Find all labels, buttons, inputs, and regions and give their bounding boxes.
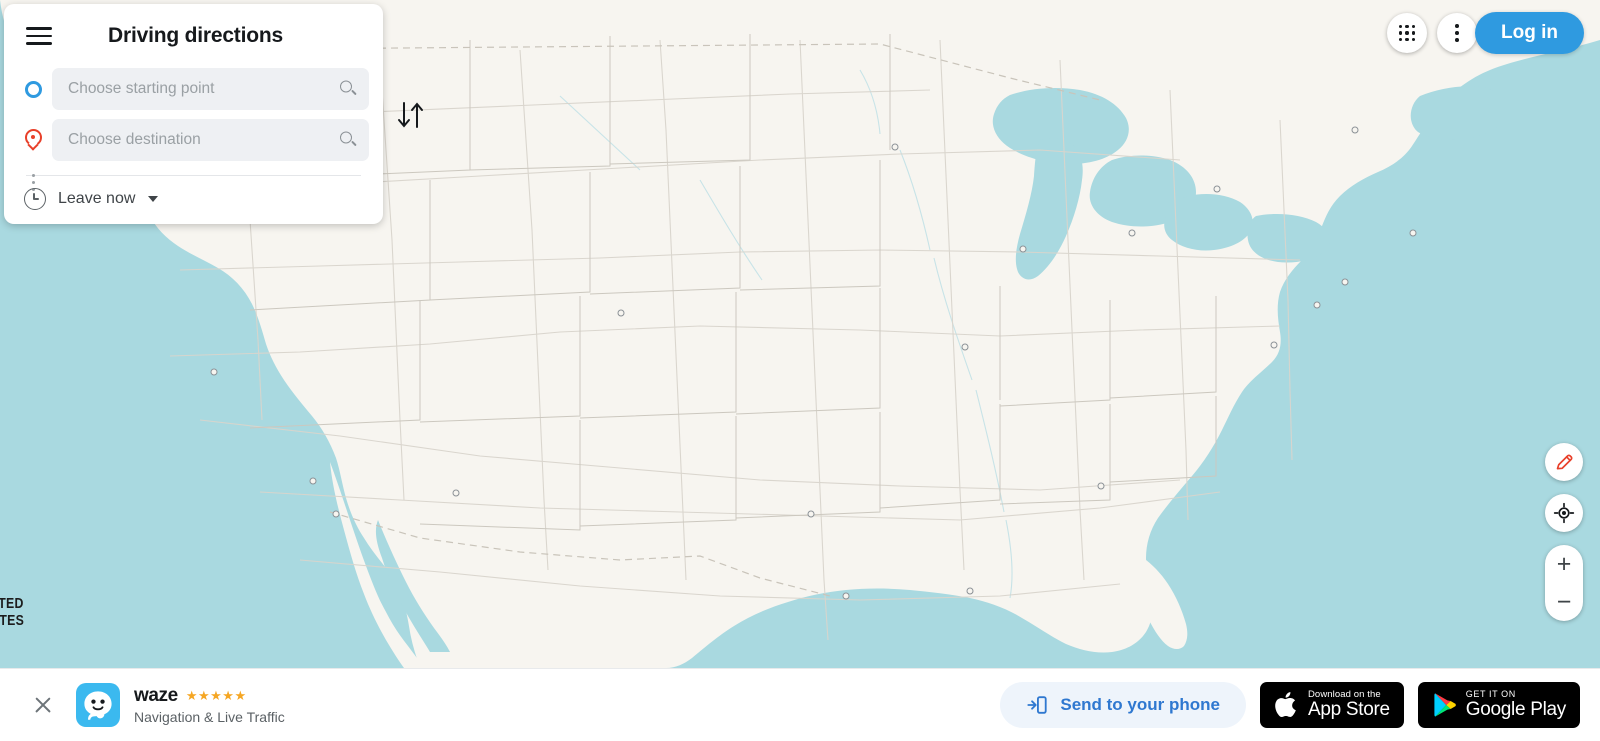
leave-now-label: Leave now: [58, 190, 136, 207]
apps-grid-button[interactable]: [1387, 13, 1427, 53]
app-download-banner: waze ★★★★★ Navigation & Live Traffic Sen…: [0, 668, 1600, 741]
locate-button[interactable]: [1545, 494, 1583, 532]
pencil-report-icon: [1556, 453, 1573, 469]
start-point-icon: [18, 68, 48, 110]
panel-header: Driving directions: [4, 4, 383, 68]
google-play-badge[interactable]: GET IT ON Google Play: [1417, 682, 1580, 728]
directions-panel: Driving directions Choose starting point…: [4, 4, 423, 224]
app-store-badge[interactable]: Download on the App Store: [1259, 682, 1404, 728]
crosshair-locate-icon: [1553, 502, 1575, 524]
banner-subtitle: Navigation & Live Traffic: [134, 709, 285, 725]
zoom-out-button[interactable]: −: [1545, 583, 1583, 621]
page-title: Driving directions: [108, 24, 283, 47]
hamburger-icon[interactable]: [26, 23, 52, 49]
banner-text: waze ★★★★★ Navigation & Live Traffic: [134, 685, 285, 725]
waze-map-app: MONTANANORTHDAKOTAMINNESOTAMICHIGANMAINE…: [0, 0, 1600, 741]
send-to-phone-icon: [1027, 696, 1047, 714]
clock-icon: [24, 188, 46, 210]
apple-icon: [1275, 692, 1296, 718]
zoom-controls: + −: [1545, 545, 1583, 621]
swap-arrows-icon[interactable]: [393, 95, 427, 135]
chevron-down-icon[interactable]: [148, 196, 159, 202]
apps-grid-icon: [1398, 24, 1416, 42]
banner-actions: Send to your phone Download on the App S…: [1000, 682, 1580, 728]
zoom-in-button[interactable]: +: [1545, 545, 1583, 583]
destination-input[interactable]: [52, 119, 369, 161]
start-field[interactable]: [52, 68, 369, 110]
destination-field[interactable]: [52, 119, 369, 161]
destination-pin-icon: [18, 119, 48, 161]
leave-time-row[interactable]: Leave now: [4, 176, 383, 210]
send-to-phone-label: Send to your phone: [1060, 695, 1220, 714]
google-play-label: Google Play: [1465, 698, 1567, 720]
start-row: [4, 68, 383, 110]
login-button[interactable]: Log in: [1475, 12, 1584, 54]
map-country-label: UNITEDSTATES: [0, 595, 25, 629]
send-to-phone-button[interactable]: Send to your phone: [1000, 682, 1246, 728]
search-icon[interactable]: [340, 131, 357, 149]
banner-app-name: waze: [134, 685, 178, 706]
starting-point-input[interactable]: [52, 68, 369, 110]
waze-app-icon: [76, 683, 120, 727]
report-button[interactable]: [1545, 443, 1583, 481]
more-vertical-icon: [1455, 23, 1459, 43]
app-store-label: App Store: [1307, 699, 1390, 721]
google-play-icon: [1434, 693, 1456, 717]
more-options-button[interactable]: [1437, 13, 1477, 53]
search-icon[interactable]: [340, 80, 357, 98]
close-icon[interactable]: [30, 692, 56, 718]
rating-stars: ★★★★★: [185, 688, 247, 703]
destination-row: [4, 119, 383, 161]
